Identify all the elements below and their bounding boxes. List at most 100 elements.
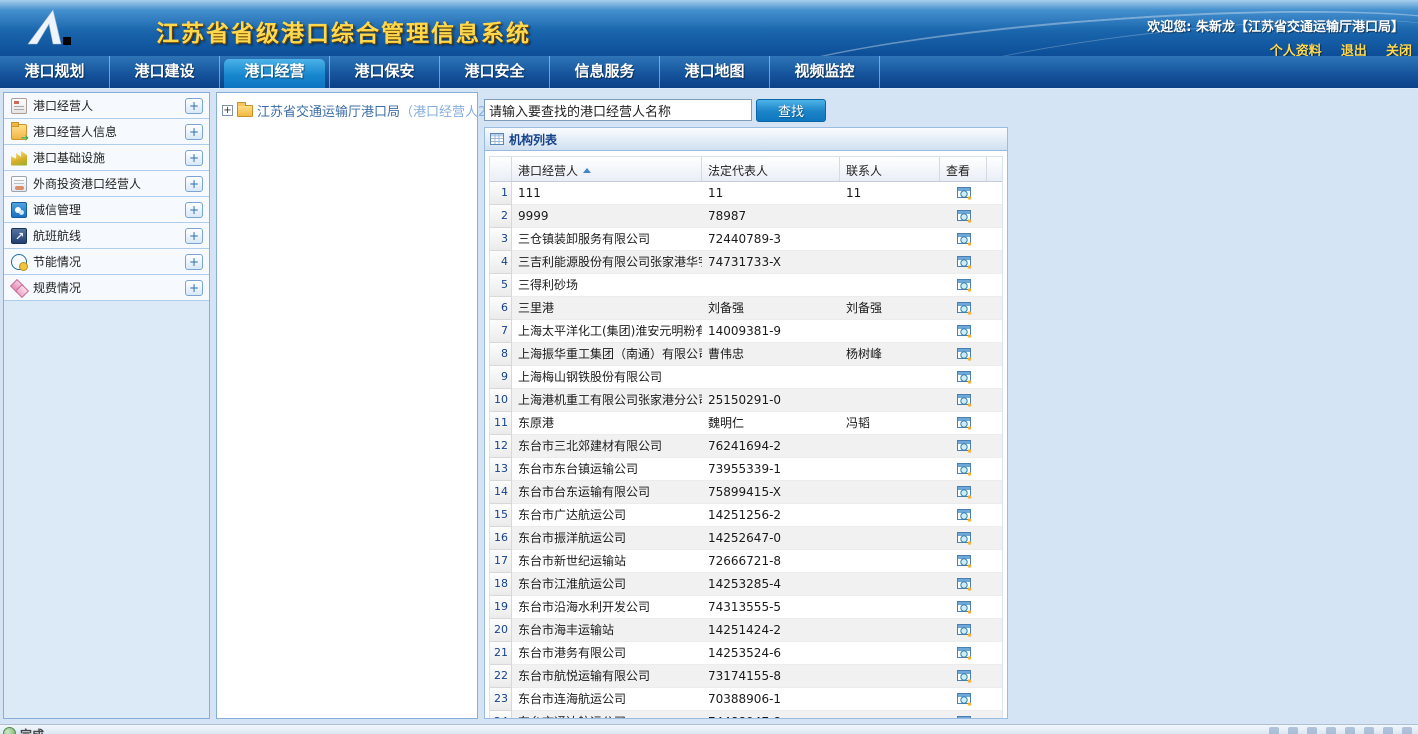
table-row[interactable]: 2999978987 bbox=[490, 205, 1002, 228]
table-row[interactable]: 24东台市通达航运公司74488947-8 bbox=[490, 711, 1002, 718]
filler-cell bbox=[987, 504, 1002, 526]
legal-rep-cell bbox=[702, 366, 840, 388]
view-details-icon[interactable] bbox=[957, 508, 972, 525]
table-row[interactable]: 14东台市台东运输有限公司75899415-X bbox=[490, 481, 1002, 504]
table-row[interactable]: 16东台市振洋航运公司14252647-0 bbox=[490, 527, 1002, 550]
column-header-view[interactable]: 查看 bbox=[940, 157, 987, 181]
nav-tab-3[interactable]: 港口经营 bbox=[220, 56, 330, 88]
table-row[interactable]: 5三得利砂场 bbox=[490, 274, 1002, 297]
search-input[interactable] bbox=[484, 99, 752, 121]
nav-tab-7[interactable]: 港口地图 bbox=[660, 56, 770, 88]
sidebar-item-3[interactable]: 港口基础设施+ bbox=[4, 145, 209, 171]
expand-plus-button[interactable]: + bbox=[185, 150, 203, 166]
view-details-icon[interactable] bbox=[957, 393, 972, 410]
nav-tab-8[interactable]: 视频监控 bbox=[770, 56, 880, 88]
nav-tab-1[interactable]: 港口规划 bbox=[0, 56, 110, 88]
legal-rep-cell: 14251256-2 bbox=[702, 504, 840, 526]
view-details-icon[interactable] bbox=[957, 186, 972, 203]
view-details-icon[interactable] bbox=[957, 600, 972, 617]
table-row[interactable]: 8上海振华重工集团（南通）有限公司曹伟忠杨树峰 bbox=[490, 343, 1002, 366]
table-row[interactable]: 19东台市沿海水利开发公司74313555-5 bbox=[490, 596, 1002, 619]
view-details-icon[interactable] bbox=[957, 439, 972, 456]
column-header-legal-rep[interactable]: 法定代表人 bbox=[702, 157, 840, 181]
view-cell bbox=[940, 711, 987, 718]
expand-plus-button[interactable]: + bbox=[185, 176, 203, 192]
table-row[interactable]: 22东台市航悦运输有限公司73174155-8 bbox=[490, 665, 1002, 688]
operator-cell: 东台市沿海水利开发公司 bbox=[512, 596, 702, 618]
view-details-icon[interactable] bbox=[957, 531, 972, 548]
view-details-icon[interactable] bbox=[957, 347, 972, 364]
view-details-icon[interactable] bbox=[957, 554, 972, 571]
operator-cell: 东原港 bbox=[512, 412, 702, 434]
view-details-icon[interactable] bbox=[957, 209, 972, 226]
view-details-icon[interactable] bbox=[957, 577, 972, 594]
data-grid: 港口经营人 法定代表人 联系人 查看 1111111129999789873三仓… bbox=[489, 156, 1003, 718]
view-details-icon[interactable] bbox=[957, 646, 972, 663]
search-button[interactable]: 查找 bbox=[756, 99, 826, 122]
column-header-contact[interactable]: 联系人 bbox=[840, 157, 940, 181]
tree-node[interactable]: + 江苏省交通运输厅港口局（港口经营人2007） bbox=[222, 101, 477, 120]
operator-cell: 东台市振洋航运公司 bbox=[512, 527, 702, 549]
tree-expand-icon[interactable]: + bbox=[222, 105, 233, 116]
column-header-operator[interactable]: 港口经营人 bbox=[512, 157, 702, 181]
expand-plus-button[interactable]: + bbox=[185, 228, 203, 244]
table-row[interactable]: 6三里港刘备强刘备强 bbox=[490, 297, 1002, 320]
logout-link[interactable]: 退出 bbox=[1341, 44, 1367, 56]
sidebar-item-1[interactable]: 港口经营人+ bbox=[4, 93, 209, 119]
view-details-icon[interactable] bbox=[957, 485, 972, 502]
table-row[interactable]: 20东台市海丰运输站14251424-2 bbox=[490, 619, 1002, 642]
view-details-icon[interactable] bbox=[957, 301, 972, 318]
view-cell bbox=[940, 297, 987, 319]
view-cell bbox=[940, 688, 987, 710]
sidebar-item-7[interactable]: 节能情况+ bbox=[4, 249, 209, 275]
table-row[interactable]: 15东台市广达航运公司14251256-2 bbox=[490, 504, 1002, 527]
status-text: 完成 bbox=[20, 726, 44, 734]
table-row[interactable]: 10上海港机重工有限公司张家港分公司25150291-0 bbox=[490, 389, 1002, 412]
view-details-icon[interactable] bbox=[957, 692, 972, 709]
table-row[interactable]: 4三吉利能源股份有限公司张家港华宇...74731733-X bbox=[490, 251, 1002, 274]
close-link[interactable]: 关闭 bbox=[1386, 44, 1412, 56]
table-row[interactable]: 11东原港魏明仁冯韬 bbox=[490, 412, 1002, 435]
nav-tab-6[interactable]: 信息服务 bbox=[550, 56, 660, 88]
table-row[interactable]: 13东台市东台镇运输公司73955339-1 bbox=[490, 458, 1002, 481]
view-details-icon[interactable] bbox=[957, 623, 972, 640]
view-details-icon[interactable] bbox=[957, 324, 972, 341]
nav-tab-5[interactable]: 港口安全 bbox=[440, 56, 550, 88]
legal-rep-cell: 74313555-5 bbox=[702, 596, 840, 618]
expand-plus-button[interactable]: + bbox=[185, 254, 203, 270]
view-details-icon[interactable] bbox=[957, 232, 972, 249]
operator-cell: 东台市港务有限公司 bbox=[512, 642, 702, 664]
profile-link[interactable]: 个人资料 bbox=[1270, 44, 1322, 56]
table-row[interactable]: 12东台市三北郊建材有限公司76241694-2 bbox=[490, 435, 1002, 458]
expand-plus-button[interactable]: + bbox=[185, 202, 203, 218]
view-details-icon[interactable] bbox=[957, 278, 972, 295]
view-details-icon[interactable] bbox=[957, 416, 972, 433]
view-details-icon[interactable] bbox=[957, 462, 972, 479]
table-row[interactable]: 23东台市连海航运公司70388906-1 bbox=[490, 688, 1002, 711]
expand-plus-button[interactable]: + bbox=[185, 124, 203, 140]
table-row[interactable]: 17东台市新世纪运输站72666721-8 bbox=[490, 550, 1002, 573]
operator-cell: 三吉利能源股份有限公司张家港华宇... bbox=[512, 251, 702, 273]
expand-plus-button[interactable]: + bbox=[185, 280, 203, 296]
table-row[interactable]: 3三仓镇装卸服务有限公司72440789-3 bbox=[490, 228, 1002, 251]
view-details-icon[interactable] bbox=[957, 255, 972, 272]
expand-plus-button[interactable]: + bbox=[185, 98, 203, 114]
view-cell bbox=[940, 527, 987, 549]
view-details-icon[interactable] bbox=[957, 715, 972, 718]
table-row[interactable]: 9上海梅山钢铁股份有限公司 bbox=[490, 366, 1002, 389]
sidebar-item-5[interactable]: 诚信管理+ bbox=[4, 197, 209, 223]
table-row[interactable]: 7上海太平洋化工(集团)淮安元明粉有...14009381-9 bbox=[490, 320, 1002, 343]
view-details-icon[interactable] bbox=[957, 669, 972, 686]
nav-tab-2[interactable]: 港口建设 bbox=[110, 56, 220, 88]
nav-tab-4[interactable]: 港口保安 bbox=[330, 56, 440, 88]
sidebar-item-2[interactable]: 港口经营人信息+ bbox=[4, 119, 209, 145]
view-details-icon[interactable] bbox=[957, 370, 972, 387]
table-row[interactable]: 18东台市江淮航运公司14253285-4 bbox=[490, 573, 1002, 596]
sidebar-item-6[interactable]: 航班航线+ bbox=[4, 223, 209, 249]
sidebar-item-4[interactable]: 外商投资港口经营人+ bbox=[4, 171, 209, 197]
tree-node-label[interactable]: 江苏省交通运输厅港口局 bbox=[257, 101, 400, 120]
table-row[interactable]: 21东台市港务有限公司14253524-6 bbox=[490, 642, 1002, 665]
sidebar-item-8[interactable]: 规费情况+ bbox=[4, 275, 209, 301]
view-cell bbox=[940, 642, 987, 664]
table-row[interactable]: 11111111 bbox=[490, 182, 1002, 205]
